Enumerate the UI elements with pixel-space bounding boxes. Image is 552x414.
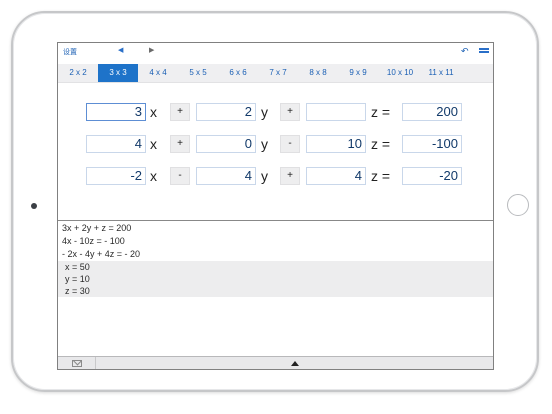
var-y-label: y <box>261 136 268 152</box>
solution-z: z = 30 <box>65 286 90 296</box>
share-mail-button[interactable] <box>58 357 96 369</box>
back-arrow-icon[interactable]: ◀ <box>118 46 123 54</box>
undo-icon[interactable]: ↶ <box>461 46 469 57</box>
app-screen: 设置 ◀ ▶ ↶ 2 x 2 3 x 3 4 x 4 5 x 5 6 x 6 7… <box>57 42 494 370</box>
expand-up-icon[interactable] <box>291 361 299 366</box>
rhs-row2[interactable]: -100 <box>402 135 462 153</box>
var-x-label: x <box>150 104 157 120</box>
op-button-row1-1[interactable]: + <box>170 103 190 121</box>
coef-y-row1[interactable]: 2 <box>196 103 256 121</box>
var-z-equals-label: z = <box>371 136 391 152</box>
tab-3x3[interactable]: 3 x 3 <box>98 64 138 82</box>
coef-x-row1[interactable]: 3 <box>86 103 146 121</box>
mail-icon <box>72 360 82 367</box>
solution-x: x = 50 <box>65 262 90 272</box>
home-button[interactable] <box>507 194 529 216</box>
tab-6x6[interactable]: 6 x 6 <box>218 64 258 82</box>
result-equation-line: - 2x - 4y + 4z = - 20 <box>62 249 141 259</box>
bottom-toolbar <box>58 356 493 369</box>
tab-10x10[interactable]: 10 x 10 <box>380 64 420 82</box>
var-y-label: y <box>261 168 268 184</box>
result-equation-line: 3x + 2y + z = 200 <box>62 223 132 233</box>
op-button-row1-2[interactable]: + <box>280 103 300 121</box>
coef-y-row2[interactable]: 0 <box>196 135 256 153</box>
tab-7x7[interactable]: 7 x 7 <box>258 64 298 82</box>
op-button-row3-2[interactable]: + <box>280 167 300 185</box>
coef-y-row3[interactable]: 4 <box>196 167 256 185</box>
pane-divider[interactable] <box>58 220 493 221</box>
var-z-equals-label: z = <box>371 104 391 120</box>
menu-icon[interactable] <box>479 48 489 53</box>
coef-x-row3[interactable]: -2 <box>86 167 146 185</box>
coef-z-row3[interactable]: 4 <box>306 167 366 185</box>
var-z-equals-label: z = <box>371 168 391 184</box>
matrix-size-tabs: 2 x 2 3 x 3 4 x 4 5 x 5 6 x 6 7 x 7 8 x … <box>58 64 493 83</box>
coef-z-row2[interactable]: 10 <box>306 135 366 153</box>
top-toolbar: 设置 ◀ ▶ ↶ <box>58 43 493 64</box>
forward-arrow-icon[interactable]: ▶ <box>149 46 154 54</box>
tab-9x9[interactable]: 9 x 9 <box>338 64 378 82</box>
solution-block: x = 50 y = 10 z = 30 <box>58 261 493 297</box>
tab-5x5[interactable]: 5 x 5 <box>178 64 218 82</box>
solution-y: y = 10 <box>65 274 90 284</box>
coef-x-row2[interactable]: 4 <box>86 135 146 153</box>
op-button-row2-1[interactable]: + <box>170 135 190 153</box>
equation-editor: 3 x + 2 y + z = 200 4 x + 0 y - 10 z = -… <box>58 83 493 220</box>
op-button-row3-1[interactable]: - <box>170 167 190 185</box>
tab-11x11[interactable]: 11 x 11 <box>421 64 461 82</box>
result-equation-line: 4x - 10z = - 100 <box>62 236 125 246</box>
settings-button[interactable]: 设置 <box>63 47 77 57</box>
camera-dot <box>31 203 37 209</box>
rhs-row3[interactable]: -20 <box>402 167 462 185</box>
coef-z-row1[interactable] <box>306 103 366 121</box>
result-panel: 3x + 2y + z = 200 4x - 10z = - 100 - 2x … <box>58 222 493 297</box>
tab-2x2[interactable]: 2 x 2 <box>58 64 98 82</box>
rhs-row1[interactable]: 200 <box>402 103 462 121</box>
var-x-label: x <box>150 168 157 184</box>
var-x-label: x <box>150 136 157 152</box>
tab-8x8[interactable]: 8 x 8 <box>298 64 338 82</box>
tab-4x4[interactable]: 4 x 4 <box>138 64 178 82</box>
op-button-row2-2[interactable]: - <box>280 135 300 153</box>
var-y-label: y <box>261 104 268 120</box>
